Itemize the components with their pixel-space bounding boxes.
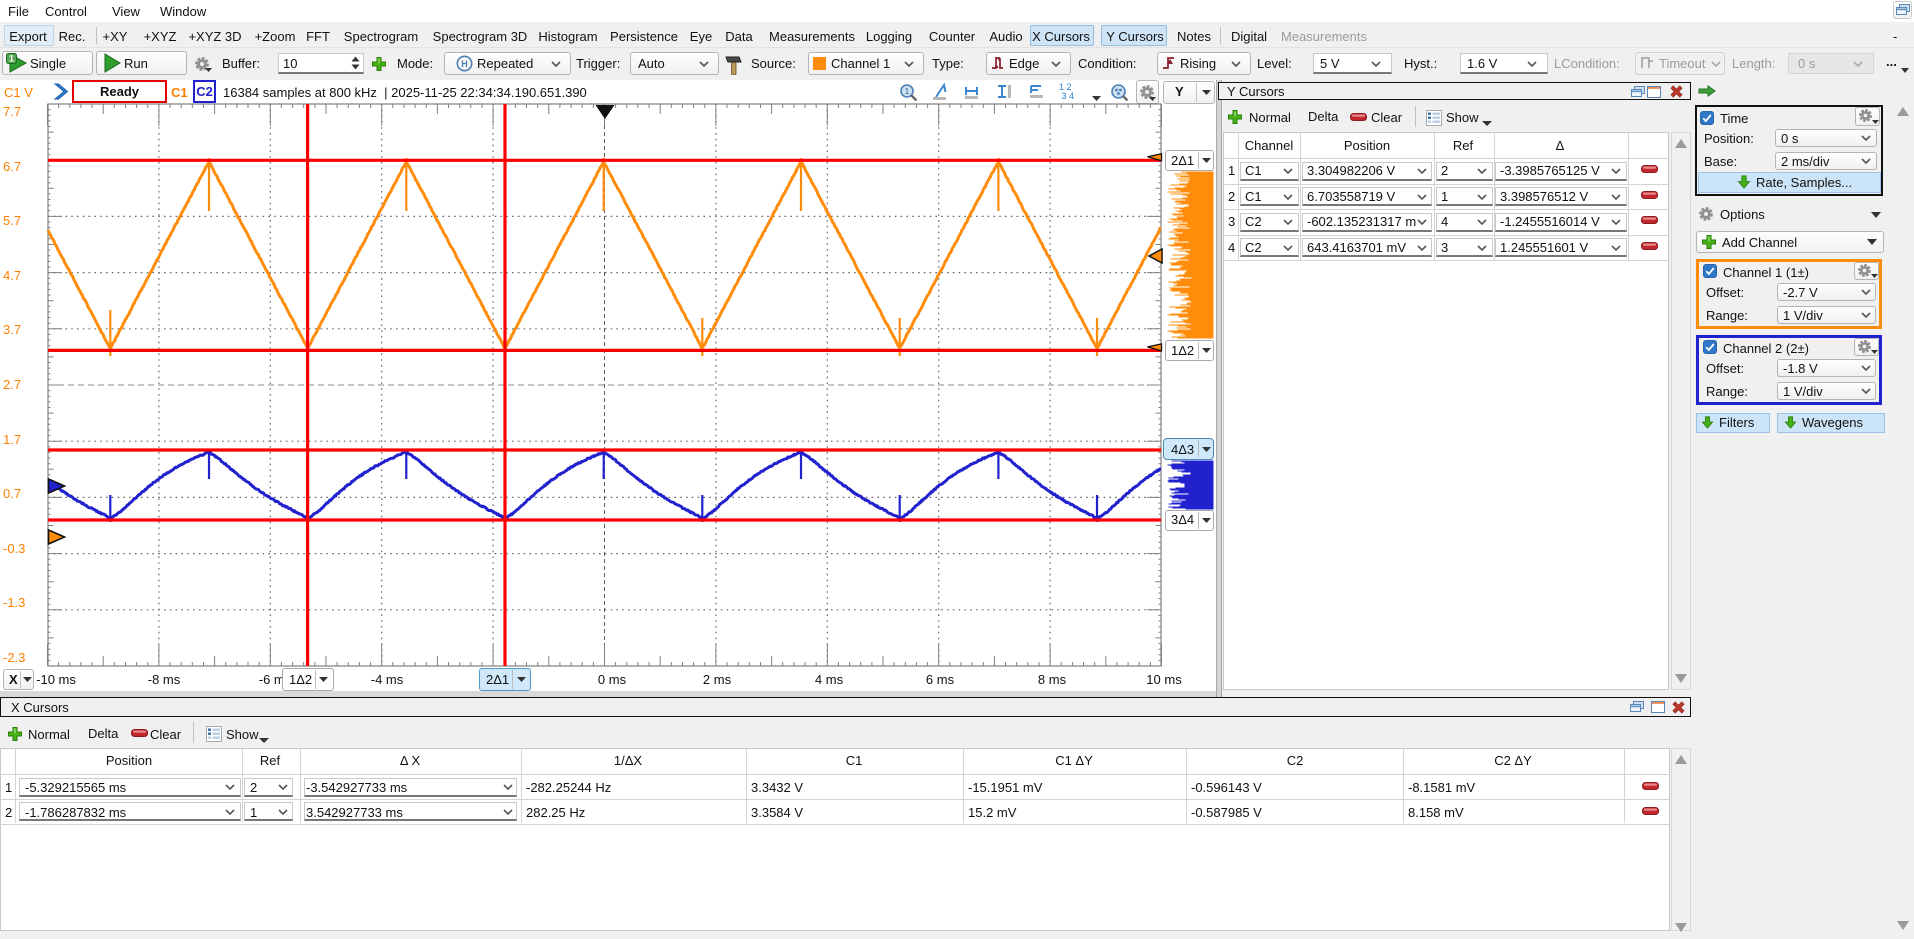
svg-text:H: H [461, 59, 468, 69]
svg-text:1: 1 [9, 54, 14, 64]
